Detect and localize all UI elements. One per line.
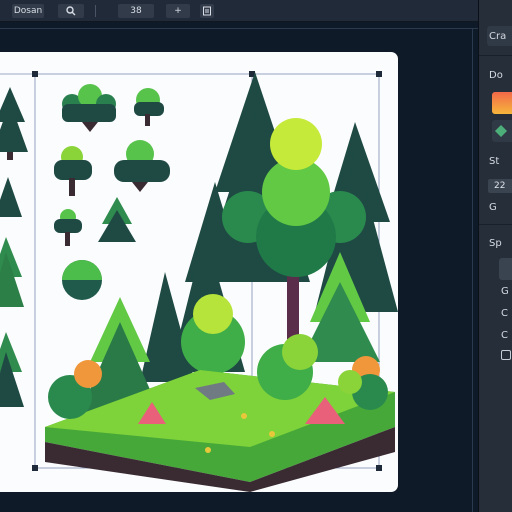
grid-label: G [489,202,497,213]
mode-button[interactable]: Dosan [12,4,44,18]
properties-panel: Cra Do St 22 G Sp G C C [478,0,512,512]
option-checkbox[interactable] [501,350,511,360]
section-title-craft: Cra [489,31,507,42]
search-button[interactable] [58,4,84,18]
frame-guide [472,28,473,512]
zoom-value[interactable]: 38 [118,4,154,18]
search-icon [66,6,76,16]
document-icon [203,6,211,16]
tree-sprite [134,88,164,126]
add-button[interactable]: + [166,4,190,18]
sprite-preview[interactable] [499,258,512,280]
tree-sprite [54,146,92,196]
pine-sprite [0,177,22,217]
pine-sprite [0,87,28,160]
toolbar-divider [95,5,96,17]
diamond-icon [495,125,507,137]
primary-color-swatch[interactable] [492,92,512,114]
option-label: G [501,286,509,297]
design-canvas[interactable] [0,52,398,492]
secondary-color-swatch[interactable] [492,120,512,142]
panel-divider [479,224,512,225]
size-label: St [489,156,500,167]
top-toolbar: Dosan 38 + [0,0,478,22]
size-input[interactable]: 22 [488,179,512,193]
pine-sprite [0,237,24,307]
forest-illustration [0,71,398,492]
section-title-sprite: Sp [489,238,502,249]
tree-sprite [54,209,82,246]
layers-button[interactable] [200,4,214,18]
section-title-color: Do [489,70,503,81]
panel-divider [479,55,512,56]
frame-guide [0,28,478,29]
option-label: C [501,308,508,319]
option-label: C [501,330,508,341]
bush-sprite [62,84,116,132]
bush-sprite [114,140,170,192]
pine-sprite [98,197,136,242]
pine-sprite [0,332,24,407]
round-bush-sprite [62,260,102,300]
